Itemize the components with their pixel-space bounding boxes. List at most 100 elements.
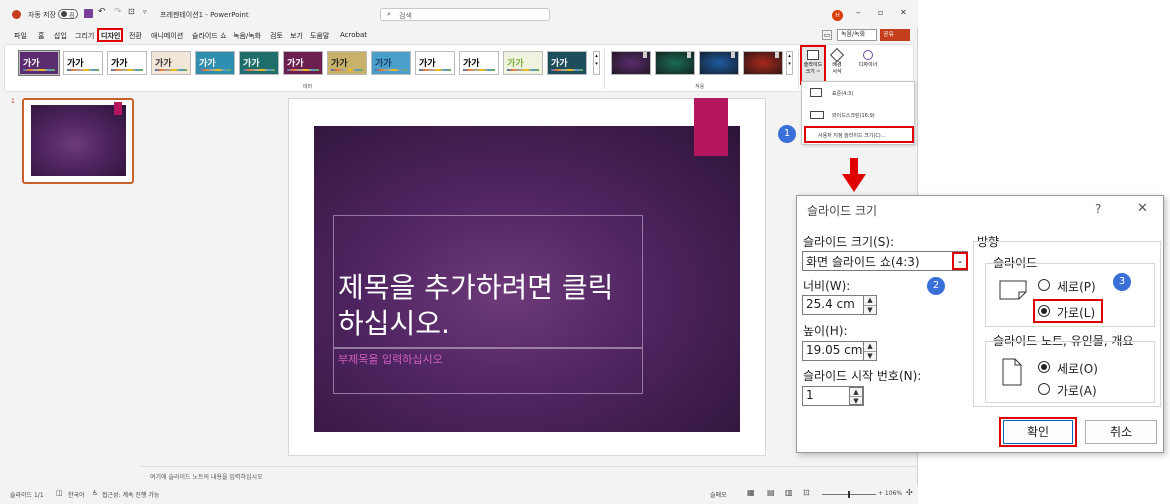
theme-thumbnail[interactable]: 가가 <box>371 51 411 75</box>
dialog-help-button[interactable]: ? <box>1095 202 1101 216</box>
zoom-slider-thumb[interactable] <box>848 491 850 498</box>
designer-button[interactable]: 디자이너 <box>853 47 883 83</box>
customize-icon[interactable]: ▿ <box>143 8 147 16</box>
theme-color-strip <box>155 69 187 71</box>
start-number-value: 1 <box>806 388 814 402</box>
tab-home[interactable]: 홈 <box>38 31 44 41</box>
zoom-slider[interactable] <box>822 491 876 498</box>
present-icon[interactable]: ⊡ <box>128 7 135 16</box>
share-button[interactable]: 공유 <box>880 29 910 41</box>
theme-thumbnail-label: 가가 <box>199 59 216 69</box>
theme-thumbnail[interactable]: 가가 <box>327 51 367 75</box>
restore-icon[interactable]: ▫ <box>878 8 883 17</box>
variant-gallery-scroll[interactable]: ▴ ▾ <box>786 51 793 75</box>
tab-view[interactable]: 보기 <box>290 31 303 41</box>
step-badge-1: 1 <box>778 125 796 143</box>
record-button[interactable]: 녹음/녹화 <box>837 29 877 41</box>
widescreen-size-icon <box>810 111 824 119</box>
slide-thumbnail[interactable] <box>22 98 134 184</box>
notes-landscape-radio[interactable] <box>1038 383 1050 395</box>
theme-thumbnail-label: 가가 <box>551 59 568 69</box>
height-input-value: 19.05 cm <box>806 343 863 357</box>
save-icon[interactable] <box>84 9 93 18</box>
slides-portrait-radio[interactable] <box>1038 279 1050 291</box>
group-variant-label: 적용 <box>695 84 705 90</box>
highlight-size-dropdown <box>952 252 968 270</box>
close-icon[interactable]: ✕ <box>900 8 907 17</box>
dropdown-item-standard[interactable]: 표준(4:3) <box>802 84 914 102</box>
slide-size-select[interactable]: 화면 슬라이드 쇼(4:3) <box>802 251 968 271</box>
zoom-level[interactable]: + 106% <box>878 490 902 497</box>
notes-bar[interactable]: 여기에 슬라이드 노트의 내용을 입력하십시오 <box>140 466 916 484</box>
theme-thumbnail[interactable]: 가가 <box>63 51 103 75</box>
width-field-label: 너비(W): <box>803 279 851 293</box>
reading-view-icon[interactable]: ▥ <box>785 488 793 497</box>
autosave-toggle[interactable]: 끔 <box>58 9 78 19</box>
search-box[interactable]: ⌕ 검색 <box>380 8 550 21</box>
slideshow-view-icon[interactable]: ⊡ <box>803 488 810 497</box>
background-format-button[interactable]: 배경 서식 <box>827 47 847 83</box>
theme-thumbnail[interactable]: 가가 <box>503 51 543 75</box>
variant-thumbnail[interactable] <box>743 51 783 75</box>
variant-thumbnail[interactable] <box>655 51 695 75</box>
dropdown-item-widescreen[interactable]: 와이드스크린(16:9) <box>802 106 914 124</box>
start-number-field-label: 슬라이드 시작 번호(N): <box>803 369 922 383</box>
tab-help[interactable]: 도움말 <box>310 31 329 41</box>
highlight-custom-size <box>804 126 914 143</box>
notes-toggle[interactable]: 슬메모 <box>710 490 727 499</box>
theme-color-strip <box>419 69 451 71</box>
theme-thumbnail[interactable]: 가가 <box>151 51 191 75</box>
theme-thumbnail[interactable]: 가가 <box>459 51 499 75</box>
notes-portrait-radio[interactable] <box>1038 361 1050 373</box>
normal-view-icon[interactable]: ▦ <box>747 488 755 497</box>
tab-slideshow[interactable]: 슬라이드 쇼 <box>192 31 226 41</box>
language-label[interactable]: 한국어 <box>68 490 85 499</box>
autosave-state: 끔 <box>69 12 75 19</box>
comments-icon[interactable]: ▭ <box>822 30 832 40</box>
theme-thumbnail[interactable]: 가가 <box>107 51 147 75</box>
slide-subtitle: 부제목을 입력하십시오 <box>338 353 443 366</box>
ribbon: 가가 가가 가가 가가 가가 가가 가가 가가 가가 가가 가가 가가 가가 ▴ ▾ 테마 ▴ ▾ 적용 슬… <box>4 44 914 92</box>
theme-gallery-scroll[interactable]: ▴ ▾ <box>593 51 600 75</box>
undo-icon[interactable]: ↶ <box>98 7 106 17</box>
variant-thumbnail[interactable] <box>699 51 739 75</box>
dialog-close-icon[interactable]: ✕ <box>1137 201 1148 216</box>
theme-thumbnail[interactable]: 가가 <box>18 50 60 76</box>
notes-landscape-label[interactable]: 가로(A) <box>1057 382 1097 399</box>
tab-record[interactable]: 녹음/녹화 <box>233 31 261 41</box>
accessibility-label[interactable]: 접근성: 계속 진행 가능 <box>102 490 159 499</box>
accessibility-icon[interactable]: ♿ <box>92 489 98 497</box>
ribbon-divider <box>798 49 799 89</box>
fit-slide-icon[interactable]: ✣ <box>906 488 913 497</box>
theme-thumbnail[interactable]: 가가 <box>239 51 279 75</box>
width-input[interactable]: 25.4 cm <box>802 295 864 315</box>
share-label: 공유 <box>883 31 895 38</box>
sorter-view-icon[interactable]: ▤ <box>767 488 775 497</box>
spelling-icon[interactable]: ◫ <box>56 489 63 497</box>
redo-icon[interactable]: ↷ <box>114 7 122 17</box>
tab-review[interactable]: 검토 <box>270 31 283 41</box>
variant-thumbnail[interactable] <box>611 51 651 75</box>
theme-thumbnail[interactable]: 가가 <box>195 51 235 75</box>
tab-insert[interactable]: 삽입 <box>54 31 67 41</box>
tab-animations[interactable]: 애니메이션 <box>151 31 183 41</box>
notes-portrait-label[interactable]: 세로(O) <box>1057 360 1098 377</box>
width-spinner[interactable]: ▲ ▼ <box>863 295 877 315</box>
theme-thumbnail[interactable]: 가가 <box>283 51 323 75</box>
red-arrow-down <box>842 158 866 192</box>
start-number-spinner[interactable]: ▲ ▼ <box>849 387 863 405</box>
tab-draw[interactable]: 그리기 <box>75 31 94 41</box>
cancel-button[interactable]: 취소 <box>1085 420 1157 444</box>
minimize-icon[interactable]: – <box>856 8 861 18</box>
title-bar: 자동 저장 끔 ↶ ↷ ⊡ ▿ 프레젠테이션1 - PowerPoint ⌕ 검… <box>0 0 918 28</box>
slide-thumbnail-image <box>31 102 126 176</box>
slides-portrait-label[interactable]: 세로(P) <box>1057 278 1096 295</box>
tab-transitions[interactable]: 전환 <box>129 31 142 41</box>
tab-acrobat[interactable]: Acrobat <box>340 31 367 39</box>
tab-file[interactable]: 파일 <box>14 31 27 41</box>
theme-thumbnail[interactable]: 가가 <box>415 51 455 75</box>
theme-thumbnail[interactable]: 가가 <box>547 51 587 75</box>
height-input[interactable]: 19.05 cm <box>802 341 864 361</box>
height-spinner[interactable]: ▲ ▼ <box>863 341 877 361</box>
avatar[interactable]: H <box>832 10 843 21</box>
